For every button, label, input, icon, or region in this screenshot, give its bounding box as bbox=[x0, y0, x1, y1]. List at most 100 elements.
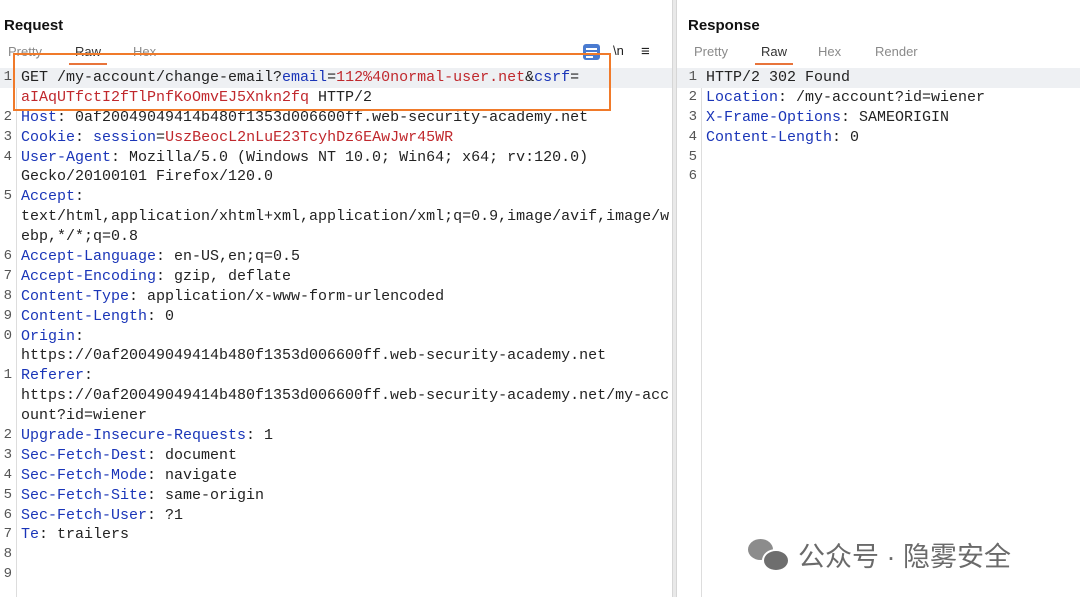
line-text: GET /my-account/change-email?email=112%4… bbox=[21, 68, 579, 88]
line-number: 2 bbox=[3, 108, 12, 125]
line-text: User-Agent: Mozilla/5.0 (Windows NT 10.0… bbox=[21, 148, 588, 168]
header-key: Sec-Fetch-Mode bbox=[21, 466, 148, 484]
request-line: https://0af20049049414b480f1353d006600ff… bbox=[0, 386, 672, 406]
line-text: https://0af20049049414b480f1353d006600ff… bbox=[21, 346, 606, 366]
header-key: Upgrade-Insecure-Requests bbox=[21, 427, 247, 445]
header-key: Cookie bbox=[21, 128, 76, 146]
request-line: https://0af20049049414b480f1353d006600ff… bbox=[0, 346, 672, 366]
text-segment: & bbox=[525, 69, 535, 86]
line-text: Accept-Language: en-US,en;q=0.5 bbox=[21, 247, 300, 267]
text-segment: = bbox=[156, 128, 166, 146]
line-text: ount?id=wiener bbox=[21, 406, 147, 426]
line-text: Te: trailers bbox=[21, 525, 129, 545]
response-tab-render[interactable]: Render bbox=[875, 44, 918, 59]
header-key: csrf bbox=[534, 69, 571, 86]
line-number: 9 bbox=[3, 566, 12, 583]
line-text: Accept-Encoding: gzip, deflate bbox=[21, 267, 291, 287]
header-key: Location bbox=[706, 88, 779, 106]
request-line: 7 Te: trailers bbox=[0, 525, 672, 545]
line-text: Sec-Fetch-Dest: document bbox=[21, 446, 237, 466]
line-number: 2 bbox=[688, 88, 697, 105]
text-segment: : 0 bbox=[832, 128, 860, 146]
param-value: aIAqUTfctI2fTlPnfKoOmvEJ5Xnkn2fq bbox=[21, 88, 310, 106]
line-text: aIAqUTfctI2fTlPnfKoOmvEJ5Xnkn2fq HTTP/2 bbox=[21, 88, 372, 108]
response-editor[interactable]: 1 HTTP/2 302 Found 2 Location: /my-account?… bbox=[677, 68, 1080, 597]
wechat-logo-icon bbox=[748, 537, 790, 572]
line-number: 1 bbox=[3, 367, 12, 384]
request-line: 2 Host: 0af20049049414b480f1353d006600ff.… bbox=[0, 108, 672, 128]
request-line: 6 Accept-Language: en-US,en;q=0.5 bbox=[0, 247, 672, 267]
text-segment: : en-US,en;q=0.5 bbox=[156, 248, 301, 266]
line-text: Cookie: session=UszBeocL2nLuE23TcyhDz6EA… bbox=[21, 128, 453, 148]
line-number: 7 bbox=[3, 526, 12, 543]
header-key: email bbox=[282, 69, 328, 86]
line-number: 9 bbox=[3, 307, 12, 324]
request-line: 4 Sec-Fetch-Mode: navigate bbox=[0, 466, 672, 486]
response-title: Response bbox=[688, 17, 760, 34]
line-text: HTTP/2 302 Found bbox=[706, 68, 850, 88]
header-key: Te bbox=[21, 526, 40, 544]
request-title: Request bbox=[4, 17, 64, 34]
header-key: Sec-Fetch-User bbox=[21, 506, 148, 524]
line-text: https://0af20049049414b480f1353d006600ff… bbox=[21, 386, 669, 406]
request-line: 8 Content-Type: application/x-www-form-ur… bbox=[0, 287, 672, 307]
line-text: Accept: bbox=[21, 187, 84, 207]
line-text: Content-Type: application/x-www-form-url… bbox=[21, 287, 444, 307]
request-tab-pretty[interactable]: Pretty bbox=[8, 44, 42, 59]
request-line: 5 Accept: bbox=[0, 187, 672, 207]
response-line: 6 bbox=[677, 167, 1080, 187]
request-line: 3 Sec-Fetch-Dest: document bbox=[0, 446, 672, 466]
header-key: Accept bbox=[21, 188, 76, 206]
response-line: 5 bbox=[677, 148, 1080, 168]
line-text: Gecko/20100101 Firefox/120.0 bbox=[21, 167, 273, 187]
header-key: Content-Length bbox=[706, 128, 833, 146]
text-segment: : SAMEORIGIN bbox=[841, 108, 950, 126]
line-number: 7 bbox=[3, 267, 12, 284]
response-tab-hex[interactable]: Hex bbox=[818, 44, 841, 59]
line-number: 5 bbox=[3, 188, 12, 205]
text-segment: : 0af20049049414b480f1353d006600ff.web-s… bbox=[57, 108, 589, 126]
request-line: aIAqUTfctI2fTlPnfKoOmvEJ5Xnkn2fq HTTP/2 bbox=[0, 88, 672, 108]
request-line: 3 Cookie: session=UszBeocL2nLuE23TcyhDz6E… bbox=[0, 128, 672, 148]
text-segment: : same-origin bbox=[147, 486, 265, 504]
line-text: ebp,*/*;q=0.8 bbox=[21, 227, 138, 247]
request-line: 9 bbox=[0, 565, 672, 585]
line-number: 2 bbox=[3, 427, 12, 444]
text-segment: : gzip, deflate bbox=[156, 267, 292, 285]
request-tab-hex[interactable]: Hex bbox=[133, 44, 156, 59]
line-number: 8 bbox=[3, 546, 12, 563]
request-line: 8 bbox=[0, 545, 672, 565]
line-number: 4 bbox=[688, 128, 697, 145]
line-number: 6 bbox=[3, 506, 12, 523]
response-tab-raw[interactable]: Raw bbox=[754, 44, 794, 65]
request-line: 2 Upgrade-Insecure-Requests: 1 bbox=[0, 426, 672, 446]
param-value: 112%40normal-user.net bbox=[336, 69, 526, 86]
line-text: Sec-Fetch-User: ?1 bbox=[21, 506, 183, 526]
response-tab-pretty[interactable]: Pretty bbox=[694, 44, 728, 59]
text-segment: HTTP/2 302 Found bbox=[706, 69, 851, 86]
menu-icon[interactable]: ≡ bbox=[641, 43, 650, 60]
header-key: Accept-Language bbox=[21, 248, 157, 266]
header-key: Accept-Encoding bbox=[21, 267, 157, 285]
newline-toggle-button[interactable]: \n bbox=[613, 43, 624, 58]
line-number: 4 bbox=[3, 466, 12, 483]
text-segment: : Mozilla/5.0 (Windows NT 10.0; Win64; x… bbox=[111, 148, 589, 166]
text-segment: : /my-account?id=wiener bbox=[778, 88, 986, 106]
message-actions-icon[interactable] bbox=[583, 44, 600, 60]
text-segment: : document bbox=[147, 446, 238, 464]
text-segment: = bbox=[327, 69, 337, 86]
line-text: Upgrade-Insecure-Requests: 1 bbox=[21, 426, 273, 446]
request-line: ount?id=wiener bbox=[0, 406, 672, 426]
request-editor[interactable]: 1 GET /my-account/change-email?email=112%… bbox=[0, 68, 672, 597]
line-number: 6 bbox=[3, 248, 12, 265]
request-pane: Request Pretty Raw Hex \n ≡ 1 GET /my-acc… bbox=[0, 0, 672, 597]
line-number: 8 bbox=[3, 287, 12, 304]
line-number: 5 bbox=[3, 486, 12, 503]
request-line: 5 Sec-Fetch-Site: same-origin bbox=[0, 486, 672, 506]
header-key: Host bbox=[21, 108, 58, 126]
text-segment: ebp,*/*;q=0.8 bbox=[21, 228, 139, 246]
text-segment: : ?1 bbox=[147, 506, 184, 524]
watermark-text: 公众号 · 隐雾安全 bbox=[798, 541, 1011, 572]
line-text: Sec-Fetch-Mode: navigate bbox=[21, 466, 237, 486]
request-tab-raw[interactable]: Raw bbox=[68, 44, 108, 65]
